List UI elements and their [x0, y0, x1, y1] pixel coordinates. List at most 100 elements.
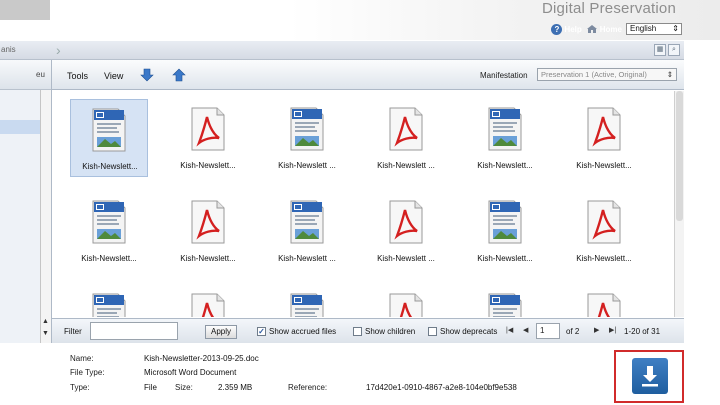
header-links: ? Help Home English	[551, 23, 682, 35]
file-tile[interactable]: Kish-Newslett...	[70, 192, 148, 270]
breadcrumb-tools: ▦ ⌕	[654, 44, 680, 56]
file-tile[interactable]	[70, 285, 148, 317]
detail-name-value: Kish-Newsletter-2013-09-25.doc	[144, 354, 259, 363]
help-link[interactable]: ? Help	[551, 23, 582, 35]
file-tile[interactable]: Kish-Newslett...	[169, 99, 247, 177]
file-tile[interactable]: Kish-Newslett...	[70, 99, 148, 177]
file-name: Kish-Newslett...	[180, 161, 236, 170]
pdf-file-icon	[190, 200, 226, 244]
breadcrumb-bar: anis › ▦ ⌕	[0, 41, 684, 60]
next-page-icon[interactable]: ▶	[594, 326, 599, 334]
file-tile[interactable]	[466, 285, 544, 317]
show-children-checkbox[interactable]	[353, 327, 362, 336]
word-document-icon	[91, 200, 127, 244]
tree-selected-item[interactable]	[0, 120, 40, 134]
file-name: Kish-Newslett...	[477, 161, 533, 170]
pdf-file-icon	[586, 107, 622, 151]
first-page-icon[interactable]: |◀	[506, 326, 513, 334]
header-logo-area	[0, 0, 50, 20]
detail-filetype-value: Microsoft Word Document	[144, 368, 237, 377]
filter-input[interactable]	[90, 322, 178, 340]
search-icon[interactable]: ⌕	[668, 44, 680, 56]
file-details-panel: Name: Kish-Newsletter-2013-09-25.doc Fil…	[0, 344, 720, 405]
arrow-down-icon[interactable]	[140, 68, 154, 82]
file-grid-scrollbar[interactable]	[674, 91, 684, 317]
download-highlight	[614, 350, 684, 403]
file-name: Kish-Newslett ...	[377, 161, 435, 170]
pdf-file-icon	[586, 200, 622, 244]
app-header: Digital Preservation ? Help Home English	[0, 0, 720, 40]
grid-view-icon[interactable]: ▦	[654, 44, 666, 56]
file-name: Kish-Newslett...	[576, 254, 632, 263]
download-icon	[642, 366, 658, 387]
file-tile[interactable]: Kish-Newslett...	[565, 99, 643, 177]
manifestation-select[interactable]: Preservation 1 (Active, Original)	[537, 68, 677, 81]
manifestation-label: Manifestation	[480, 71, 528, 80]
filter-pager-bar: Filter Apply ✓ Show accrued files Show c…	[52, 318, 684, 343]
breadcrumb-item[interactable]: anis	[1, 45, 16, 54]
help-icon: ?	[551, 23, 563, 35]
home-icon	[586, 25, 597, 33]
file-tile[interactable]: Kish-Newslett ...	[367, 99, 445, 177]
file-name: Kish-Newslett...	[576, 161, 632, 170]
file-name: Kish-Newslett ...	[278, 254, 336, 263]
apply-button[interactable]: Apply	[205, 325, 237, 339]
file-tile[interactable]: Kish-Newslett...	[565, 192, 643, 270]
filter-label: Filter	[64, 327, 82, 336]
scroll-down-icon[interactable]: ▼	[42, 330, 49, 337]
arrow-up-icon[interactable]	[172, 68, 186, 82]
word-document-icon	[91, 293, 127, 317]
view-menu[interactable]: View	[104, 71, 123, 81]
left-panel-scrollbar[interactable]: ▲ ▼	[40, 90, 51, 343]
show-children-label: Show children	[365, 327, 416, 336]
file-name: Kish-Newslett...	[82, 162, 138, 171]
file-tile[interactable]	[169, 285, 247, 317]
detail-type-value: File	[144, 383, 157, 392]
file-name: Kish-Newslett ...	[278, 161, 336, 170]
scrollbar-thumb[interactable]	[676, 91, 683, 221]
brand-title: Digital Preservation	[541, 0, 676, 17]
item-range-label: 1-20 of 31	[624, 327, 661, 336]
detail-filetype-label: File Type:	[70, 368, 105, 377]
file-tile[interactable]	[565, 285, 643, 317]
pdf-file-icon	[388, 293, 424, 317]
file-tile[interactable]: Kish-Newslett...	[466, 99, 544, 177]
file-name: Kish-Newslett...	[180, 254, 236, 263]
pdf-file-icon	[586, 293, 622, 317]
detail-name-label: Name:	[70, 354, 94, 363]
detail-reference-label: Reference:	[288, 383, 328, 392]
word-document-icon	[487, 107, 523, 151]
tools-menu[interactable]: Tools	[67, 71, 88, 81]
file-tile[interactable]: Kish-Newslett ...	[268, 99, 346, 177]
prev-page-icon[interactable]: ◀	[523, 326, 528, 334]
pdf-file-icon	[190, 107, 226, 151]
file-tile[interactable]	[367, 285, 445, 317]
file-name: Kish-Newslett...	[477, 254, 533, 263]
file-tile[interactable]: Kish-Newslett ...	[367, 192, 445, 270]
word-document-icon	[289, 107, 325, 151]
download-button[interactable]	[632, 358, 668, 394]
left-panel-header: eu	[0, 60, 51, 90]
show-accrued-checkbox[interactable]: ✓	[257, 327, 266, 336]
file-tile[interactable]: Kish-Newslett...	[169, 192, 247, 270]
language-select[interactable]: English	[626, 23, 682, 35]
detail-size-value: 2.359 MB	[218, 383, 253, 392]
file-toolbar: Tools View Manifestation Preservation 1 …	[52, 60, 684, 90]
file-name: Kish-Newslett...	[81, 254, 137, 263]
pdf-file-icon	[190, 293, 226, 317]
detail-size-label: Size:	[175, 383, 193, 392]
file-tile[interactable]: Kish-Newslett ...	[268, 192, 346, 270]
file-tile[interactable]: Kish-Newslett...	[466, 192, 544, 270]
word-document-icon	[487, 200, 523, 244]
home-label: Home	[599, 24, 622, 34]
show-deprecated-label: Show deprecats	[440, 327, 498, 336]
last-page-icon[interactable]: ▶|	[609, 326, 616, 334]
page-number-input[interactable]: 1	[536, 323, 560, 339]
home-link[interactable]: Home	[586, 24, 622, 34]
detail-type-label: Type:	[70, 383, 90, 392]
page-count-label: of 2	[566, 327, 580, 336]
scroll-up-icon[interactable]: ▲	[42, 318, 49, 325]
word-document-icon	[289, 200, 325, 244]
file-tile[interactable]	[268, 285, 346, 317]
show-deprecated-checkbox[interactable]	[428, 327, 437, 336]
